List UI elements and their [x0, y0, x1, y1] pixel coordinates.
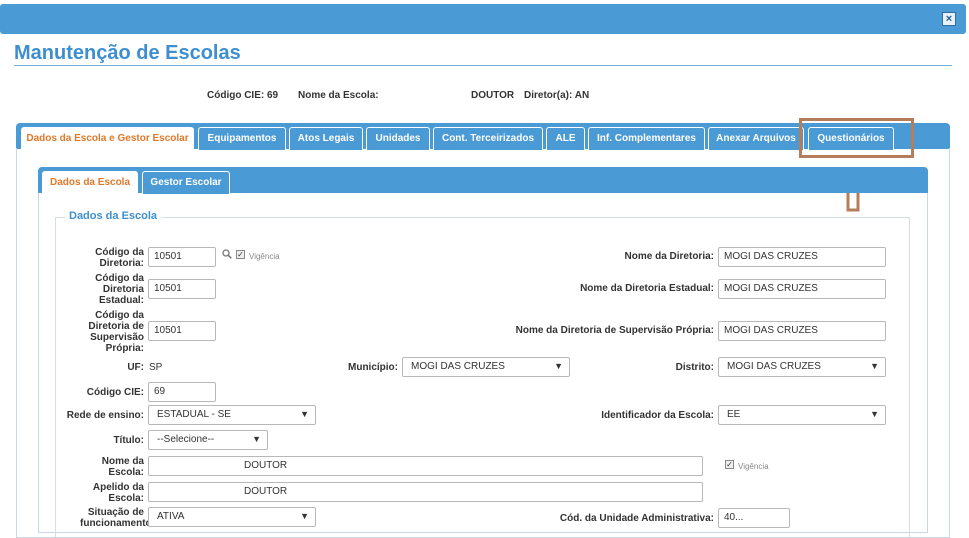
search-icon[interactable]: [222, 249, 232, 259]
label-municipio: Município:: [348, 362, 398, 373]
codigo-cie-input[interactable]: 69: [148, 382, 216, 402]
uf-value: SP: [149, 362, 163, 373]
distrito-select[interactable]: MOGI DAS CRUZES ▼: [718, 357, 886, 377]
tab-atos-legais[interactable]: Atos Legais: [289, 127, 363, 150]
window-titlebar: ×: [0, 4, 966, 34]
titulo-select[interactable]: --Selecione-- ▼: [148, 430, 268, 450]
tab-anexar-arquivos[interactable]: Anexar Arquivos: [708, 127, 804, 150]
situacao-select[interactable]: ATIVA ▼: [148, 507, 316, 527]
label-nome-diretoria-estadual: Nome da Diretoria Estadual:: [580, 283, 714, 294]
highlight-box: [799, 118, 914, 158]
tab-dados-escola-gestor[interactable]: Dados da Escola e Gestor Escolar: [21, 127, 194, 150]
label-codigo-diretoria-supervisao: Código da Diretoria de Supervisão Própri…: [88, 310, 144, 354]
codigo-diretoria-supervisao-input[interactable]: 10501: [148, 321, 216, 341]
tab-cont-terceirizados[interactable]: Cont. Terceirizados: [433, 127, 543, 150]
info-nome-escola-label: Nome da Escola:: [298, 90, 379, 101]
subtab-dados-escola[interactable]: Dados da Escola: [42, 171, 138, 194]
tab-unidades[interactable]: Unidades: [366, 127, 430, 150]
vigencia-label: Vigência: [249, 252, 280, 261]
info-nome-escola-value: DOUTOR: [471, 90, 515, 101]
label-nome-diretoria-supervisao: Nome da Diretoria de Supervisão Própria:: [515, 325, 714, 336]
info-diretor: Diretor(a): AN: [524, 90, 590, 101]
label-rede-ensino: Rede de ensino:: [66, 410, 144, 421]
identificador-value: EE: [727, 409, 741, 420]
codigo-diretoria-estadual-input[interactable]: 10501: [148, 279, 216, 299]
cod-unidade-adm-input[interactable]: 40...: [718, 508, 790, 528]
rede-ensino-value: ESTADUAL - SE: [157, 409, 231, 420]
chevron-down-icon: ▼: [870, 409, 879, 419]
apelido-escola-input[interactable]: DOUTOR: [148, 482, 703, 502]
municipio-value: MOGI DAS CRUZES: [411, 361, 505, 372]
codigo-diretoria-input[interactable]: 10501: [148, 247, 216, 267]
vigencia-checkbox[interactable]: ✓: [236, 250, 245, 259]
municipio-select[interactable]: MOGI DAS CRUZES ▼: [402, 357, 570, 377]
nome-diretoria-estadual-input[interactable]: MOGI DAS CRUZES: [718, 279, 886, 299]
nome-escola-input[interactable]: DOUTOR: [148, 456, 703, 476]
label-codigo-diretoria-estadual: Código da Diretoria Estadual:: [95, 273, 144, 306]
tab-ale[interactable]: ALE: [546, 127, 585, 150]
label-situacao: Situação de funcionamento:: [80, 507, 155, 529]
label-identificador: Identificador da Escola:: [601, 410, 714, 421]
label-cod-unidade-adm: Cód. da Unidade Administrativa:: [559, 513, 714, 524]
chevron-down-icon: ▼: [300, 511, 309, 521]
page-title: Manutenção de Escolas: [14, 42, 241, 64]
rede-ensino-select[interactable]: ESTADUAL - SE ▼: [148, 405, 316, 425]
label-apelido-escola: Apelido da Escola:: [92, 482, 144, 504]
identificador-select[interactable]: EE ▼: [718, 405, 886, 425]
chevron-down-icon: ▼: [870, 361, 879, 371]
subtab-gestor-escolar[interactable]: Gestor Escolar: [142, 171, 230, 194]
situacao-value: ATIVA: [157, 511, 185, 522]
nome-escola-vigencia-checkbox[interactable]: ✓: [725, 460, 734, 469]
label-uf: UF:: [127, 362, 144, 373]
chevron-down-icon: ▼: [554, 361, 563, 371]
nome-diretoria-input[interactable]: MOGI DAS CRUZES: [718, 247, 886, 267]
close-icon[interactable]: ×: [942, 12, 956, 26]
title-divider: [14, 65, 952, 66]
nome-diretoria-supervisao-input[interactable]: MOGI DAS CRUZES: [718, 321, 886, 341]
tab-equipamentos[interactable]: Equipamentos: [198, 127, 286, 150]
chevron-down-icon: ▼: [300, 409, 309, 419]
section-legend: Dados da Escola: [65, 210, 162, 222]
nome-escola-vigencia-label: Vigência: [738, 462, 769, 471]
label-distrito: Distrito:: [675, 362, 714, 373]
label-codigo-cie: Código CIE:: [86, 387, 144, 398]
label-nome-escola: Nome da Escola:: [101, 456, 144, 478]
chevron-down-icon: ▼: [252, 434, 261, 444]
info-codigo-cie: Código CIE: 69: [207, 90, 279, 101]
label-nome-diretoria: Nome da Diretoria:: [624, 251, 714, 262]
label-codigo-diretoria: Código da Diretoria:: [95, 247, 144, 269]
tab-inf-complementares[interactable]: Inf. Complementares: [588, 127, 705, 150]
label-titulo: Título:: [113, 435, 144, 446]
distrito-value: MOGI DAS CRUZES: [727, 361, 821, 372]
titulo-value: --Selecione--: [157, 434, 215, 445]
